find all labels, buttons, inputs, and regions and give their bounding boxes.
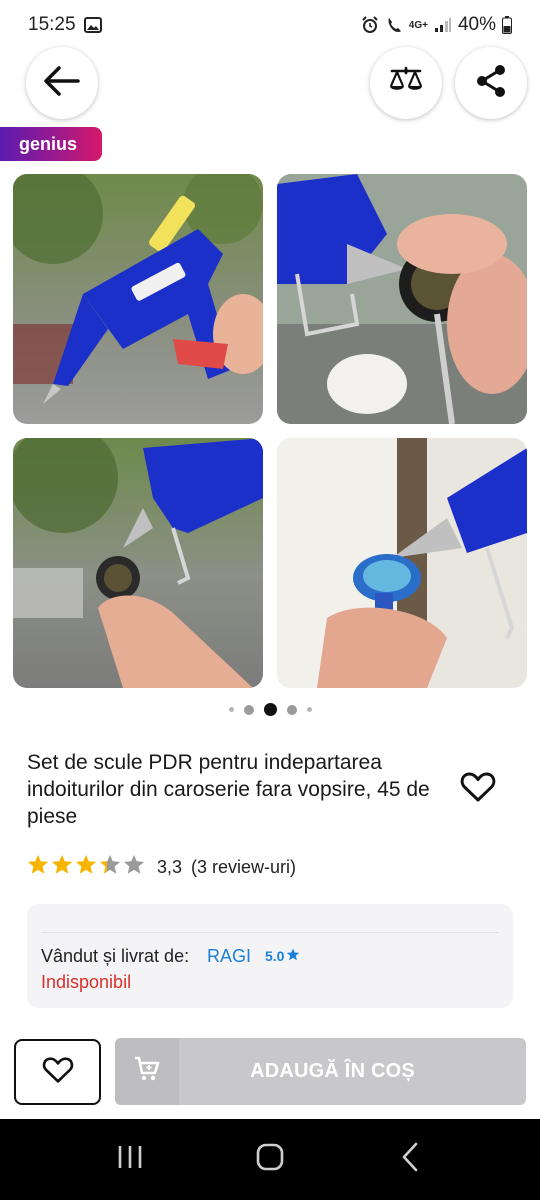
status-bar: 15:25 4G+ 40% <box>0 0 540 50</box>
rating-stars <box>27 854 145 880</box>
rating-score: 3,3 <box>157 856 183 877</box>
gallery-icon <box>83 17 102 33</box>
heart-icon <box>42 1056 74 1089</box>
glue-gun-image-4 <box>277 438 527 688</box>
product-image-gallery[interactable] <box>13 174 527 688</box>
star-icon-full <box>75 854 97 880</box>
add-to-cart-label: ADAUGĂ ÎN COȘ <box>250 1060 415 1082</box>
pager-dot <box>228 707 234 712</box>
pager-dot <box>243 704 254 715</box>
star-icon-full <box>27 854 49 880</box>
product-image-4[interactable] <box>277 438 527 688</box>
arrow-left-icon <box>43 65 81 102</box>
product-image-2[interactable] <box>277 174 527 424</box>
genius-badge: genius <box>0 127 102 161</box>
glue-gun-image-2 <box>277 174 527 424</box>
glue-gun-image-1 <box>13 174 263 424</box>
compare-button[interactable] <box>370 47 442 119</box>
back-nav-button[interactable] <box>380 1135 440 1185</box>
cart-icon <box>134 1056 160 1087</box>
battery-text: 40% <box>457 14 496 35</box>
gallery-pager <box>0 703 540 716</box>
star-icon-empty <box>123 854 145 880</box>
system-navigation-bar <box>0 1119 540 1200</box>
heart-icon <box>460 771 496 808</box>
wifi-call-icon <box>385 16 403 34</box>
availability-status: Indisponibil <box>41 972 132 992</box>
back-button[interactable] <box>26 47 98 119</box>
pager-dot <box>286 704 297 715</box>
chevron-left-icon <box>400 1142 420 1177</box>
status-right: 4G+ 40% <box>361 14 512 36</box>
network-label: 4G+ <box>408 19 428 31</box>
scale-icon <box>388 65 424 102</box>
signal-icon <box>434 17 452 33</box>
pager-dot-active <box>263 703 277 716</box>
status-time: 15:25 <box>28 14 76 35</box>
add-to-favorites-button[interactable] <box>14 1039 101 1105</box>
product-title: Set de scule PDR pentru indepartarea ind… <box>27 751 430 828</box>
alarm-icon <box>361 16 379 34</box>
glue-gun-image-3 <box>13 438 263 688</box>
product-image-1[interactable] <box>13 174 263 424</box>
status-left: 15:25 <box>28 14 102 36</box>
star-icon-partial <box>99 854 121 880</box>
seller-score: 5.0 <box>265 948 300 964</box>
seller-divider <box>41 932 499 933</box>
product-rating[interactable]: 3,3 (3 review-uri) <box>27 854 296 880</box>
star-icon-full <box>51 854 73 880</box>
add-to-cart-button[interactable]: ADAUGĂ ÎN COȘ <box>115 1038 526 1105</box>
recent-apps-icon <box>115 1143 145 1176</box>
product-image-3[interactable] <box>13 438 263 688</box>
share-icon <box>475 64 507 103</box>
seller-score-value: 5.0 <box>265 948 285 964</box>
share-button[interactable] <box>455 47 527 119</box>
star-icon <box>286 948 300 964</box>
recent-apps-button[interactable] <box>100 1135 160 1185</box>
home-button[interactable] <box>240 1135 300 1185</box>
battery-icon <box>502 16 512 34</box>
seller-name-link[interactable]: RAGI <box>207 946 251 967</box>
review-count-link[interactable]: (3 review-uri) <box>191 857 296 878</box>
favorite-button[interactable] <box>458 770 498 808</box>
pager-dot <box>306 707 312 712</box>
home-icon <box>255 1142 285 1177</box>
cart-icon-box <box>115 1038 179 1105</box>
sold-by-label: Vândut și livrat de: <box>41 946 190 966</box>
